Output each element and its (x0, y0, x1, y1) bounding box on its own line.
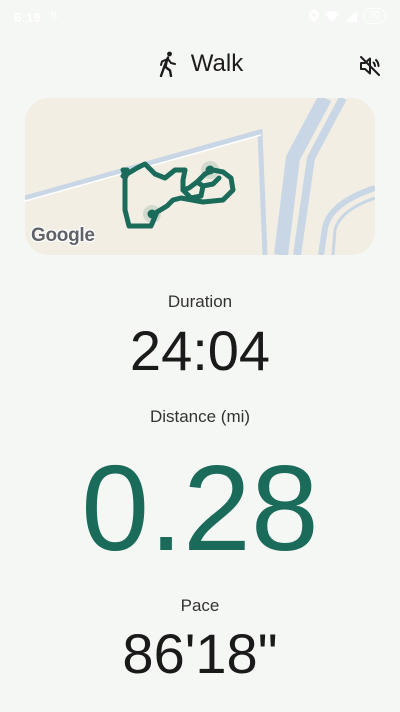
distance-value: 0.28 (81, 440, 319, 576)
pace-value: 86'18" (122, 622, 278, 685)
cellular-icon (344, 10, 357, 22)
wifi-icon (324, 10, 339, 22)
status-icons: 70 (308, 8, 386, 24)
header: Walk (0, 46, 400, 86)
activity-heading: Walk (0, 50, 400, 78)
battery-icon: 70 (362, 8, 386, 24)
walking-person-icon (159, 51, 176, 77)
route-start-point (205, 165, 215, 175)
page-title: Walk (190, 50, 244, 77)
duration-label: Duration (167, 292, 233, 311)
data-activity-icon: ⇅ (50, 11, 59, 22)
pace-label: Pace (180, 596, 220, 615)
google-logo: Google (31, 225, 95, 246)
duration-value: 24:04 (129, 319, 271, 382)
distance-label: Distance (mi) (149, 407, 251, 426)
status-time: 6:19 (14, 10, 41, 25)
volume-off-icon (360, 56, 380, 76)
route-end-point (147, 209, 157, 219)
mute-button[interactable] (354, 50, 386, 82)
location-icon (308, 10, 319, 22)
route-map[interactable]: Google (25, 98, 375, 255)
status-bar: 6:19 ⇅ 70 (0, 0, 400, 36)
